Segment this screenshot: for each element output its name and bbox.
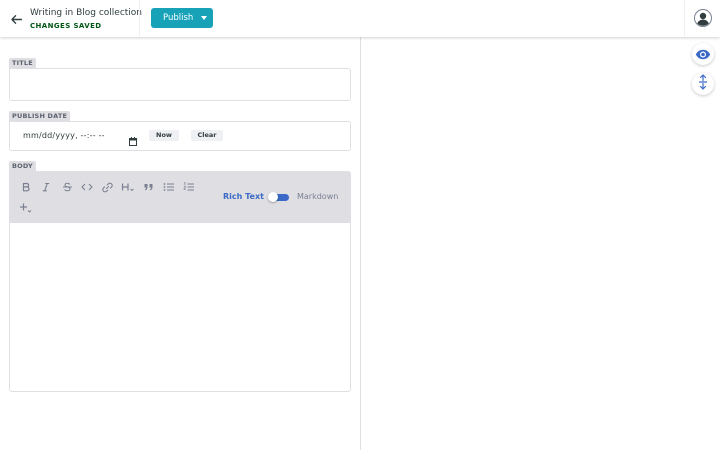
quote-icon[interactable] [141, 180, 155, 194]
link-icon[interactable] [100, 180, 114, 194]
collection-info: Writing in Blog collection CHANGES SAVED [30, 7, 142, 32]
markdown-mode-label[interactable]: Markdown [297, 192, 338, 201]
datetime-input[interactable]: mm/dd/yyyy, --:-- -- [23, 122, 105, 150]
editor-top-bar: Writing in Blog collection CHANGES SAVED… [0, 0, 720, 37]
rich-text-mode-label[interactable]: Rich Text [223, 192, 264, 201]
caret-down-icon[interactable] [201, 16, 207, 20]
user-avatar-icon [693, 9, 713, 32]
calendar-icon[interactable] [129, 131, 137, 146]
back-button[interactable] [0, 0, 32, 37]
clear-button[interactable]: Clear [191, 130, 223, 141]
strikethrough-icon[interactable] [60, 180, 74, 194]
now-button[interactable]: Now [149, 130, 179, 141]
title-field-label: TITLE [9, 58, 36, 68]
italic-icon[interactable] [39, 180, 53, 194]
sync-scroll-icon [698, 74, 708, 94]
sync-scroll-button[interactable] [692, 73, 714, 95]
collection-title: Writing in Blog collection [30, 8, 143, 18]
publish-label: Publish [163, 13, 194, 23]
header-divider [139, 0, 140, 37]
publish-date-field: mm/dd/yyyy, --:-- -- Now Clear [9, 121, 351, 151]
save-status: CHANGES SAVED [30, 22, 102, 30]
body-editor-area[interactable] [9, 223, 351, 392]
bold-icon[interactable] [19, 180, 33, 194]
pane-divider [360, 37, 361, 450]
bulleted-list-icon[interactable] [162, 180, 176, 194]
publish-button[interactable]: Publish [151, 8, 213, 28]
toggle-preview-button[interactable] [692, 43, 714, 65]
numbered-list-icon[interactable] [182, 180, 196, 194]
heading-icon[interactable] [121, 180, 135, 194]
editor-mode-toggle[interactable] [268, 192, 291, 202]
body-field-label: BODY [9, 161, 36, 171]
eye-icon [695, 45, 711, 64]
toggle-knob [268, 192, 278, 202]
body-editor-toolbar: Rich Text Markdown [9, 171, 351, 223]
user-avatar-button[interactable] [693, 8, 713, 28]
code-icon[interactable] [80, 180, 94, 194]
title-input[interactable] [9, 68, 351, 101]
add-component-icon[interactable] [19, 201, 33, 215]
header-divider [684, 0, 685, 37]
arrow-left-icon [10, 9, 22, 28]
publish-date-field-label: PUBLISH DATE [9, 111, 71, 121]
